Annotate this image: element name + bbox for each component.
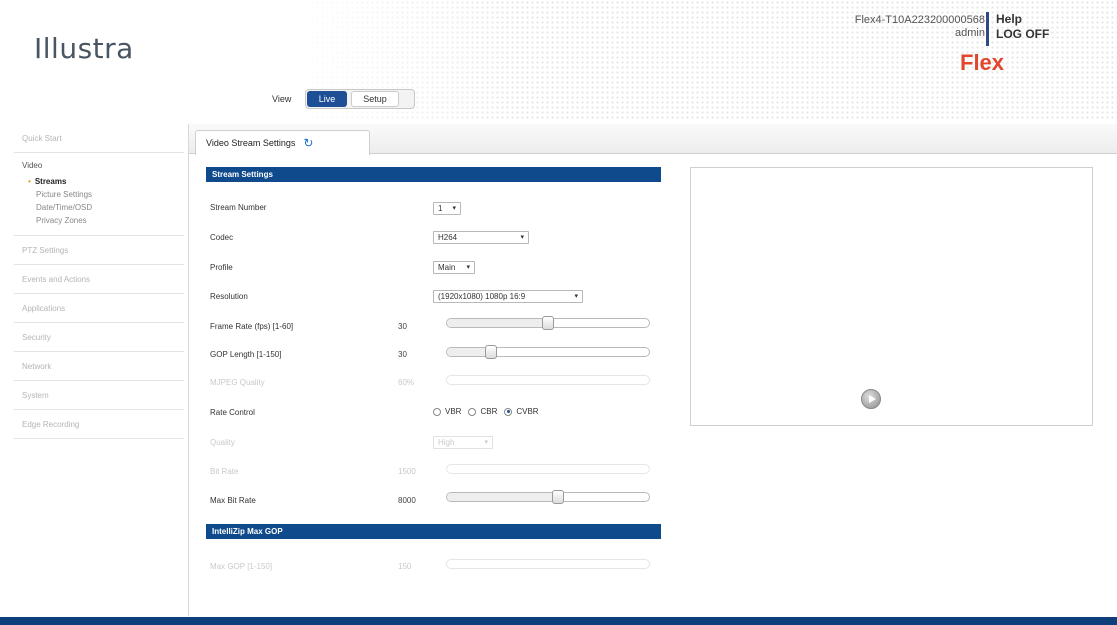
frame-rate-thumb[interactable] (542, 316, 554, 330)
rate-cvbr-label: CVBR (516, 407, 539, 416)
chevron-down-icon: ▾ (452, 205, 456, 212)
mjpeg-quality-slider (446, 375, 650, 385)
codec-label: Codec (210, 233, 234, 242)
gop-length-label: GOP Length [1-150] (210, 350, 282, 359)
tab-video-stream-settings[interactable]: Video Stream Settings ↻ (195, 130, 370, 155)
mjpeg-quality-label: MJPEG Quality (210, 378, 265, 387)
play-icon[interactable] (861, 389, 881, 409)
sidebar-section-video: Video • Streams Picture Settings Date/Tim… (14, 153, 184, 236)
rate-cbr-radio[interactable] (468, 407, 477, 416)
stream-number-value: 1 (438, 204, 443, 213)
quality-value: High (438, 438, 455, 447)
sidebar-item-applications[interactable]: Applications (14, 294, 184, 323)
max-bit-rate-label: Max Bit Rate (210, 496, 256, 505)
chevron-down-icon: ▾ (466, 264, 470, 271)
intellizip-header: IntelliZip Max GOP (206, 524, 661, 539)
flex-brand-logo: Flex (960, 50, 1005, 75)
sidebar-item-events-actions[interactable]: Events and Actions (14, 265, 184, 294)
illustra-logo: Illustra (34, 32, 134, 65)
header: Illustra Flex4-T10A2232000005​68 admin H… (0, 0, 1117, 120)
resolution-label: Resolution (210, 292, 248, 301)
frame-rate-label: Frame Rate (fps) [1-60] (210, 322, 294, 331)
max-bit-rate-thumb[interactable] (552, 490, 564, 504)
sidebar-item-security[interactable]: Security (14, 323, 184, 352)
gop-length-slider[interactable] (446, 345, 650, 359)
codec-value: H264 (438, 233, 458, 242)
tab-bar: Video Stream Settings ↻ (189, 124, 1117, 155)
stream-settings-header: Stream Settings (206, 167, 661, 182)
mjpeg-quality-value: 60% (398, 378, 415, 387)
sidebar: Quick Start Video • Streams Picture Setti… (14, 124, 184, 439)
sidebar-subitem-picture-settings[interactable]: Picture Settings (14, 188, 184, 201)
chevron-down-icon: ▾ (520, 234, 524, 241)
gop-length-fill (447, 348, 488, 356)
resolution-select[interactable]: (1920x1080) 1080p 16:9 ▾ (433, 290, 583, 303)
refresh-icon[interactable]: ↻ (303, 136, 313, 150)
stream-number-label: Stream Number (210, 203, 267, 212)
gop-length-thumb[interactable] (485, 345, 497, 359)
max-bit-rate-slider[interactable] (446, 490, 650, 504)
device-name: Flex4-T10A2232000005​68 (854, 14, 985, 26)
rate-vbr-label: VBR (445, 407, 462, 416)
view-label: View (272, 94, 292, 104)
bit-rate-label: Bit Rate (210, 467, 239, 476)
view-toggle: Live Setup (305, 89, 415, 109)
codec-select[interactable]: H264 ▾ (433, 231, 529, 244)
gop-length-value: 30 (398, 350, 407, 359)
sidebar-subitem-privacy-zones[interactable]: Privacy Zones (14, 214, 184, 227)
chevron-down-icon: ▾ (574, 293, 578, 300)
resolution-value: (1920x1080) 1080p 16:9 (438, 292, 526, 301)
max-bit-rate-fill (447, 493, 559, 501)
profile-select[interactable]: Main ▾ (433, 261, 475, 274)
profile-value: Main (438, 263, 456, 272)
rate-control-radio-group: VBR CBR CVBR (433, 407, 542, 416)
sidebar-item-edge-recording[interactable]: Edge Recording (14, 410, 184, 439)
bit-rate-value: 1500 (398, 467, 416, 476)
logoff-link[interactable]: LOG OFF (996, 27, 1049, 41)
sidebar-subitem-streams[interactable]: • Streams (14, 175, 184, 188)
sidebar-item-quick-start[interactable]: Quick Start (14, 124, 184, 153)
footer-bar (0, 617, 1117, 625)
rate-cvbr-radio[interactable] (504, 407, 513, 416)
header-divider (986, 12, 989, 46)
sidebar-item-video[interactable]: Video (14, 161, 184, 175)
bit-rate-slider (446, 464, 650, 474)
max-gop-label: Max GOP [1-150] (210, 562, 273, 571)
profile-label: Profile (210, 263, 233, 272)
frame-rate-fill (447, 319, 548, 327)
tab-label: Video Stream Settings (206, 138, 296, 148)
stream-number-select[interactable]: 1 ▾ (433, 202, 461, 215)
live-button[interactable]: Live (307, 91, 347, 107)
sidebar-subitem-date-time-osd[interactable]: Date/Time/OSD (14, 201, 184, 214)
active-bullet-icon: • (28, 177, 31, 186)
rate-control-label: Rate Control (210, 408, 255, 417)
setup-button[interactable]: Setup (351, 91, 399, 107)
rate-vbr-radio[interactable] (433, 407, 441, 416)
rate-cbr-label: CBR (480, 407, 498, 416)
sidebar-item-system[interactable]: System (14, 381, 184, 410)
user-name: admin (955, 27, 985, 39)
video-preview[interactable] (690, 167, 1093, 426)
sidebar-item-ptz-settings[interactable]: PTZ Settings (14, 236, 184, 265)
help-link[interactable]: Help (996, 12, 1022, 26)
sidebar-subitem-label: Streams (34, 177, 67, 186)
quality-label: Quality (210, 438, 235, 447)
sidebar-item-network[interactable]: Network (14, 352, 184, 381)
chevron-down-icon: ▾ (484, 439, 488, 446)
max-gop-slider (446, 559, 650, 569)
quality-select: High ▾ (433, 436, 493, 449)
max-gop-value: 150 (398, 562, 412, 571)
max-bit-rate-value: 8000 (398, 496, 416, 505)
frame-rate-slider[interactable] (446, 316, 650, 330)
frame-rate-value: 30 (398, 322, 407, 331)
